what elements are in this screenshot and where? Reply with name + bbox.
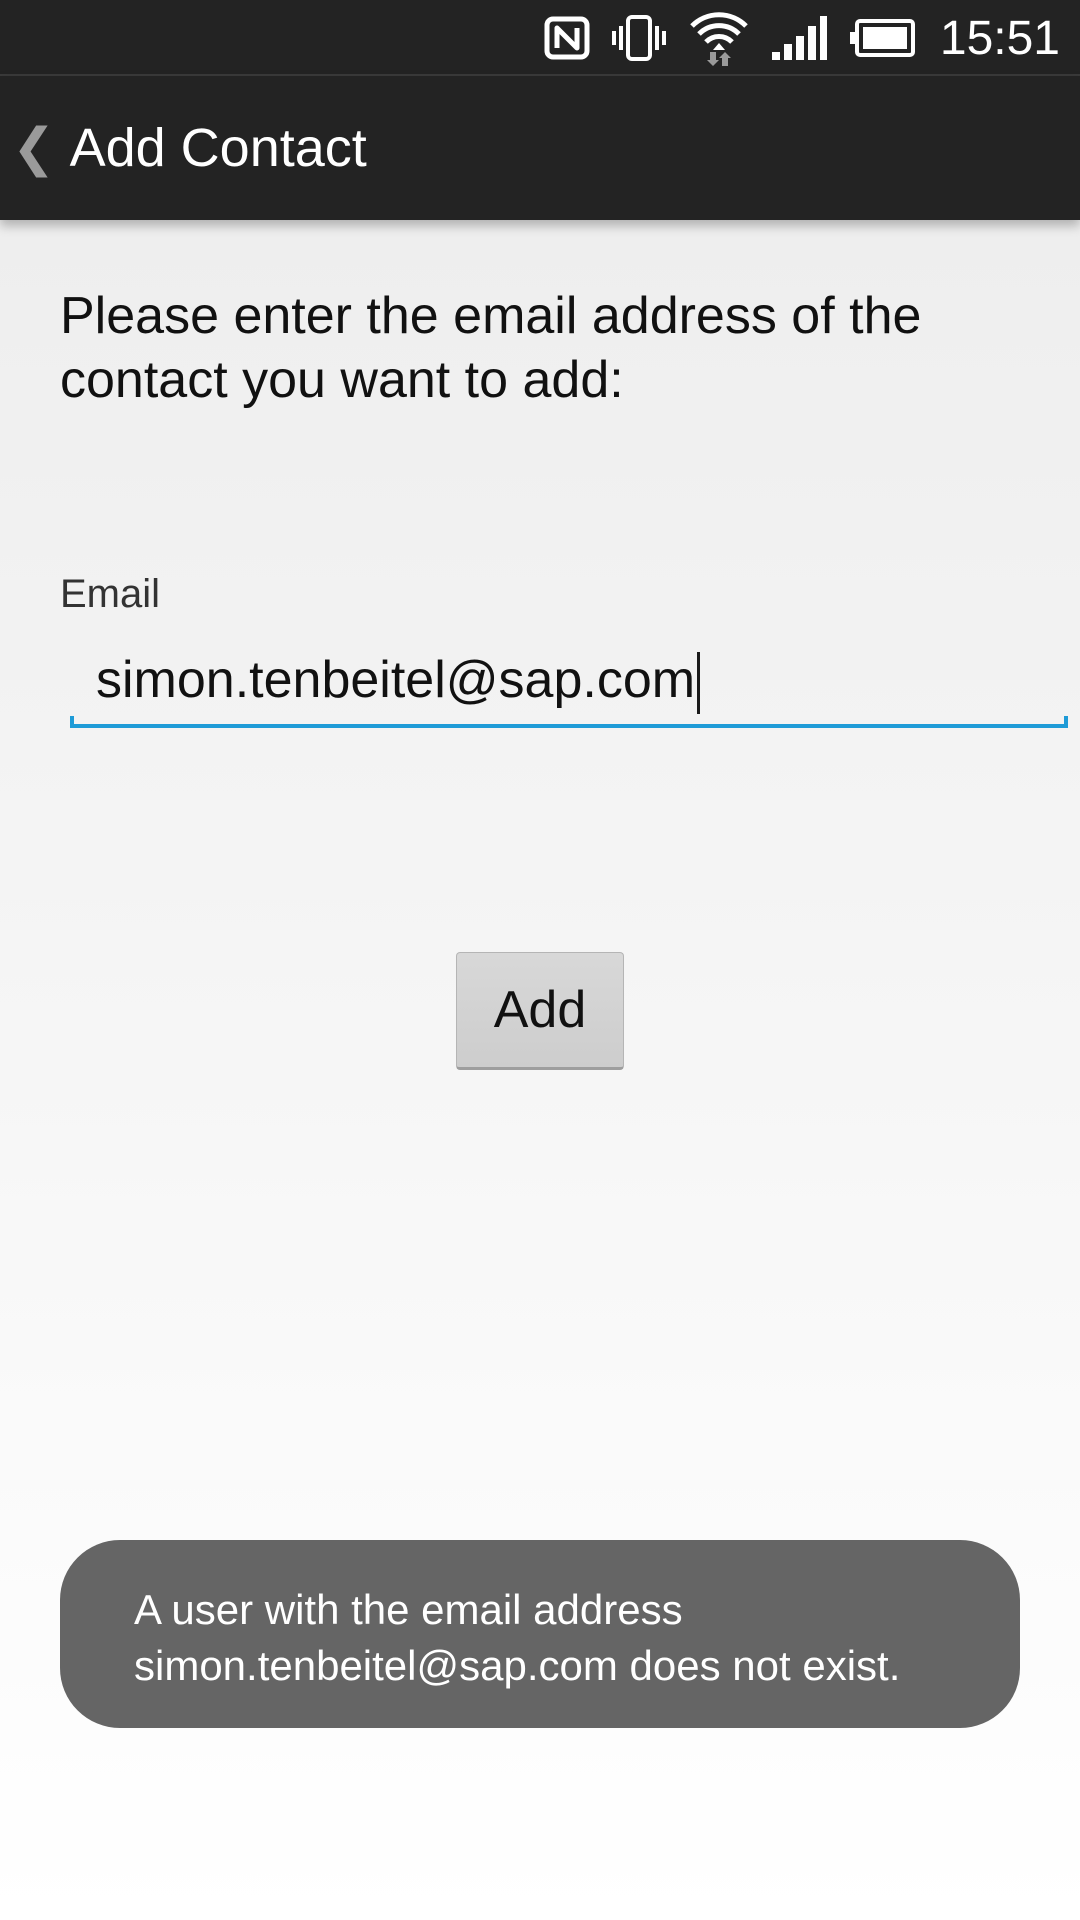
chevron-left-icon: ❮	[12, 119, 56, 177]
battery-icon	[848, 18, 916, 58]
text-cursor	[697, 652, 701, 715]
instruction-line-1: Please enter the email address of the	[60, 287, 922, 345]
toast-line-2: simon.tenbeitel@sap.com does not exist.	[134, 1642, 901, 1689]
email-field-underline-tick-left	[70, 716, 74, 728]
email-label: Email	[60, 572, 161, 616]
vibrate-icon	[610, 14, 668, 62]
instruction-line-2: contact you want to add:	[60, 351, 624, 409]
nfc-icon	[544, 16, 590, 60]
email-field-underline-tick-right	[1064, 716, 1068, 728]
wifi-icon	[688, 10, 750, 66]
signal-icon	[770, 14, 828, 62]
toast-message: A user with the email address simon.tenb…	[60, 1540, 1020, 1728]
email-field[interactable]: simon.tenbeitel@sap.com	[70, 632, 1068, 728]
page-title: Add Contact	[69, 118, 367, 178]
status-icons: 15:51	[544, 0, 1060, 76]
action-bar: ❮ Add Contact	[0, 76, 1080, 220]
status-clock: 15:51	[939, 11, 1060, 65]
status-bar: 15:51	[0, 0, 1080, 76]
email-field-underline	[70, 724, 1068, 728]
email-input-text: simon.tenbeitel@sap.com	[96, 651, 696, 709]
email-input-value[interactable]: simon.tenbeitel@sap.com	[96, 650, 701, 715]
instruction-text: Please enter the email address of the co…	[60, 284, 1020, 412]
toast-line-1: A user with the email address	[134, 1586, 683, 1633]
add-button[interactable]: Add	[456, 952, 624, 1070]
back-button[interactable]: ❮ Add Contact	[0, 76, 387, 220]
